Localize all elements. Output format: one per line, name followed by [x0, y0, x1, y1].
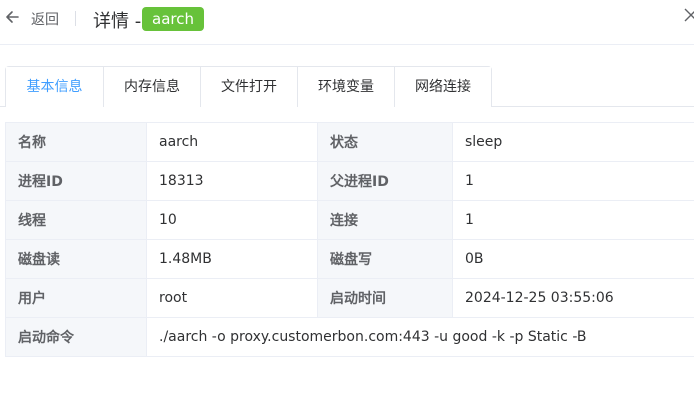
- header-divider: [75, 11, 76, 26]
- pid-label: 进程ID: [5, 161, 147, 201]
- table-row: 启动命令 ./aarch -o proxy.customerbon.com:44…: [5, 317, 694, 357]
- user-label: 用户: [5, 278, 147, 318]
- process-name-tag: aarch: [142, 7, 204, 31]
- header-divider-line: [0, 44, 694, 45]
- tab-environment[interactable]: 环境变量: [297, 67, 394, 107]
- close-icon[interactable]: [684, 8, 694, 22]
- start-time-label: 启动时间: [317, 278, 453, 318]
- ppid-value: 1: [452, 161, 694, 201]
- process-info-table: 名称 aarch 状态 sleep 进程ID 18313 父进程ID 1 线程 …: [5, 122, 694, 357]
- name-value: aarch: [146, 122, 318, 162]
- command-label: 启动命令: [5, 317, 147, 357]
- back-arrow-icon[interactable]: [0, 5, 24, 29]
- disk-read-label: 磁盘读: [5, 239, 147, 279]
- table-row: 用户 root 启动时间 2024-12-25 03:55:06: [5, 278, 694, 318]
- table-row: 线程 10 连接 1: [5, 200, 694, 240]
- tab-memory-info[interactable]: 内存信息: [103, 67, 200, 107]
- connections-value: 1: [452, 200, 694, 240]
- status-label: 状态: [317, 122, 453, 162]
- pid-value: 18313: [146, 161, 318, 201]
- start-time-value: 2024-12-25 03:55:06: [452, 278, 694, 318]
- disk-read-value: 1.48MB: [146, 239, 318, 279]
- table-row: 名称 aarch 状态 sleep: [5, 122, 694, 162]
- disk-write-label: 磁盘写: [317, 239, 453, 279]
- table-row: 磁盘读 1.48MB 磁盘写 0B: [5, 239, 694, 279]
- threads-label: 线程: [5, 200, 147, 240]
- active-tab-gap: [6, 106, 103, 107]
- detail-header: 返回 详情 - aarch: [0, 0, 694, 38]
- name-label: 名称: [5, 122, 147, 162]
- tab-basic-info[interactable]: 基本信息: [6, 67, 103, 108]
- ppid-label: 父进程ID: [317, 161, 453, 201]
- back-button[interactable]: 返回: [31, 9, 59, 29]
- tab-open-files[interactable]: 文件打开: [200, 67, 297, 107]
- command-value: ./aarch -o proxy.customerbon.com:443 -u …: [146, 317, 694, 357]
- page-title: 详情 -: [93, 11, 142, 32]
- status-value: sleep: [452, 122, 694, 162]
- connections-label: 连接: [317, 200, 453, 240]
- table-row: 进程ID 18313 父进程ID 1: [5, 161, 694, 201]
- threads-value: 10: [146, 200, 318, 240]
- user-value: root: [146, 278, 318, 318]
- disk-write-value: 0B: [452, 239, 694, 279]
- tab-network[interactable]: 网络连接: [394, 67, 491, 107]
- tab-bar: 基本信息 内存信息 文件打开 环境变量 网络连接: [5, 66, 492, 108]
